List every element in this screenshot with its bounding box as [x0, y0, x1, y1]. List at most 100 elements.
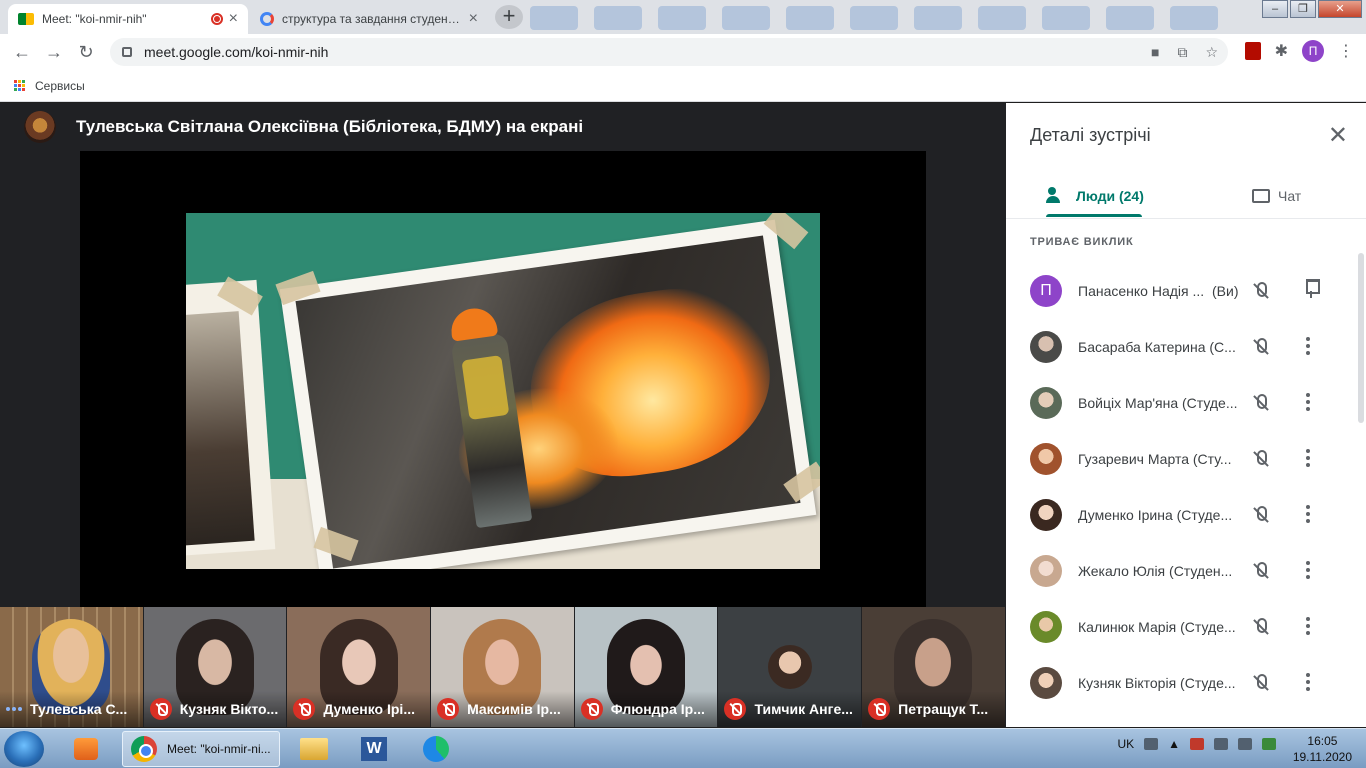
mic-off-icon	[149, 698, 172, 720]
new-tab-button[interactable]: +	[495, 5, 523, 29]
participant-tile[interactable]: Тимчик Анге...	[718, 607, 863, 727]
more-options-icon[interactable]	[1306, 617, 1312, 637]
avatar	[1030, 443, 1062, 475]
show-hidden-icons[interactable]: ▲	[1168, 737, 1180, 751]
list-item[interactable]: Калинюк Марія (Студе...	[1006, 599, 1356, 655]
maximize-button[interactable]: ❐	[1290, 0, 1316, 18]
pdf-extension-icon[interactable]	[1244, 42, 1261, 60]
list-item[interactable]: Жекало Юлія (Студен...	[1006, 543, 1356, 599]
more-options-icon[interactable]	[1306, 337, 1312, 357]
tab-chat[interactable]: Чат	[1252, 175, 1301, 217]
extensions-icon[interactable]: ✱	[1275, 41, 1288, 61]
list-item[interactable]: Гузаревич Марта (Сту...	[1006, 431, 1356, 487]
system-clock[interactable]: 16:05 19.11.2020	[1293, 733, 1352, 765]
more-options-icon[interactable]	[1306, 673, 1312, 693]
participant-name: Максимів Ір...	[467, 701, 561, 717]
participant-tile[interactable]: Флюндра Ір...	[574, 607, 719, 727]
bookmark-star-icon[interactable]: ☆	[1205, 44, 1218, 61]
translate-icon[interactable]: ⧉	[1177, 44, 1187, 61]
media-player-icon	[74, 738, 98, 760]
list-item[interactable]: Басараба Катерина (С...	[1006, 319, 1356, 375]
browser-tab-strip: Meet: "koi-nmir-nih" × структура та завд…	[0, 0, 1366, 34]
list-item[interactable]: П Панасенко Надія ... (Ви)	[1006, 263, 1356, 319]
participant-thumbnails: Тулевська С... Кузняк Вікто... Думенко І…	[0, 607, 1006, 727]
participant-tile[interactable]: Тулевська С...	[0, 607, 144, 727]
close-icon[interactable]: ✕	[1328, 121, 1348, 150]
more-options-icon[interactable]	[1306, 393, 1312, 413]
close-tab-icon[interactable]: ×	[229, 10, 238, 28]
participant-name: Кузняк Вікторія (Студе...	[1078, 675, 1236, 691]
taskbar-explorer[interactable]	[288, 731, 340, 767]
keyboard-icon[interactable]	[1144, 738, 1159, 750]
presenter-avatar	[24, 111, 56, 143]
taskbar-media-player[interactable]	[60, 731, 112, 767]
window-close-button[interactable]: ✕	[1318, 0, 1362, 18]
avatar	[1030, 331, 1062, 363]
participant-list: П Панасенко Надія ... (Ви) Басараба Кате…	[1006, 263, 1356, 711]
mic-off-icon	[1250, 280, 1272, 302]
network-icon[interactable]	[1190, 738, 1204, 750]
chrome-icon	[131, 736, 157, 762]
system-tray: UK ▲	[1117, 737, 1276, 751]
back-icon[interactable]: ←	[6, 42, 38, 63]
screen-share-frame	[80, 151, 926, 608]
participant-name: Гузаревич Марта (Сту...	[1078, 451, 1232, 467]
signal-icon[interactable]	[1262, 738, 1276, 750]
meet-icon	[18, 13, 34, 25]
action-center-icon[interactable]	[1214, 738, 1228, 750]
more-options-icon[interactable]	[1306, 505, 1312, 525]
participant-tile[interactable]: Петращук Т...	[862, 607, 1006, 727]
forward-icon[interactable]: →	[38, 42, 70, 63]
participant-name: Петращук Т...	[898, 701, 989, 717]
profile-avatar[interactable]: П	[1302, 40, 1324, 62]
close-tab-icon[interactable]: ×	[469, 10, 478, 28]
taskbar-window-title: Meet: "koi-nmir-ni...	[167, 742, 271, 756]
mic-off-icon	[868, 698, 891, 720]
menu-icon[interactable]: ⋮	[1338, 41, 1354, 61]
volume-icon[interactable]	[1238, 738, 1252, 750]
taskbar-chrome-window[interactable]: Meet: "koi-nmir-ni...	[122, 731, 280, 767]
start-button[interactable]	[4, 731, 44, 767]
apps-grid-icon[interactable]	[14, 80, 25, 91]
tab-people[interactable]: Люди (24)	[1046, 175, 1144, 217]
minimize-button[interactable]: –	[1262, 0, 1288, 18]
presenter-label: Тулевська Світлана Олексіївна (Бібліотек…	[76, 117, 584, 136]
shared-slide	[186, 213, 820, 569]
lock-icon	[122, 47, 132, 57]
clock-time: 16:05	[1307, 734, 1338, 748]
taskbar-word[interactable]: W	[348, 731, 400, 767]
bookmark-services[interactable]: Сервисы	[35, 79, 85, 93]
participant-tile[interactable]: Думенко Ірі...	[287, 607, 432, 727]
mic-off-icon	[580, 698, 603, 720]
participant-name: Думенко Ірина (Студе...	[1078, 507, 1233, 523]
panel-title: Деталі зустрічі	[1030, 125, 1151, 145]
address-bar[interactable]: meet.google.com/koi-nmir-nih ■ ⧉ ☆	[110, 38, 1228, 66]
more-options-icon[interactable]	[1306, 561, 1312, 581]
list-item[interactable]: Кузняк Вікторія (Студе...	[1006, 655, 1356, 711]
reload-icon[interactable]: ↻	[70, 42, 102, 63]
participant-tile[interactable]: Максимів Ір...	[431, 607, 575, 727]
camera-icon[interactable]: ■	[1151, 44, 1159, 61]
panel-tabs: Люди (24) Чат	[1006, 175, 1366, 219]
avatar	[1030, 555, 1062, 587]
participant-tile[interactable]: Кузняк Вікто...	[143, 607, 288, 727]
bookmarks-bar: Сервисы	[0, 70, 1366, 102]
avatar: П	[1030, 275, 1062, 307]
tab-document[interactable]: структура та завдання студентсько ×	[250, 4, 488, 34]
mic-off-icon	[1250, 336, 1272, 358]
participant-name: Тимчик Анге...	[754, 701, 853, 717]
pin-icon[interactable]	[1304, 277, 1320, 299]
language-indicator[interactable]: UK	[1117, 737, 1134, 751]
list-item[interactable]: Думенко Ірина (Студе...	[1006, 487, 1356, 543]
participant-name: Войціх Мар'яна (Студе...	[1078, 395, 1238, 411]
panel-scrollbar[interactable]	[1358, 253, 1364, 423]
taskbar-edge[interactable]	[410, 731, 462, 767]
avatar	[1030, 667, 1062, 699]
background-desktop	[530, 6, 1218, 30]
tab-meet[interactable]: Meet: "koi-nmir-nih" ×	[8, 4, 248, 34]
chat-icon	[1252, 189, 1270, 203]
mic-off-icon	[1250, 504, 1272, 526]
list-item[interactable]: Войціх Мар'яна (Студе...	[1006, 375, 1356, 431]
more-options-icon[interactable]	[1306, 449, 1312, 469]
tab-title: Meet: "koi-nmir-nih"	[42, 12, 147, 26]
